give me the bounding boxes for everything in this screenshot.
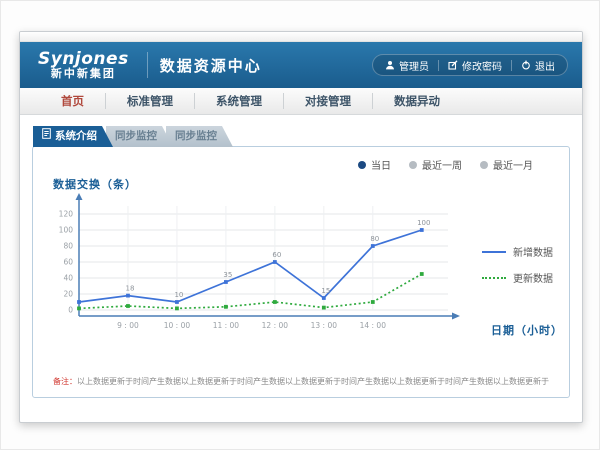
footnote: 备注：以上数据更新于时间产生数据以上数据更新于时间产生数据以上数据更新于时间产生… [43, 376, 559, 387]
filter-label: 最近一月 [493, 157, 533, 172]
edit-icon [448, 60, 458, 70]
tab-system-intro[interactable]: 系统介绍 [33, 126, 113, 147]
svg-text:60: 60 [272, 251, 281, 259]
nav-item-data-changes[interactable]: 数据异动 [373, 93, 461, 109]
user-account-button[interactable]: 管理员 [385, 58, 429, 73]
time-range-filter: 当日 最近一周 最近一月 [43, 153, 559, 174]
x-axis-title: 日期（小时） [491, 322, 563, 338]
legend-item-new-data: 新增数据 [482, 244, 553, 259]
nav-item-standard-management[interactable]: 标准管理 [106, 93, 195, 109]
user-label: 管理员 [399, 58, 429, 73]
window-top-strip [20, 32, 582, 42]
logo-name: Synjones [38, 50, 129, 69]
chart-legend: 新增数据 更新数据 [482, 244, 553, 285]
legend-item-updated-data: 更新数据 [482, 270, 553, 285]
svg-text:12 : 00: 12 : 00 [262, 321, 289, 330]
legend-label: 新增数据 [513, 244, 553, 259]
tab-label: 同步监控 [115, 126, 157, 147]
radio-unselected-icon [409, 161, 417, 169]
svg-text:9 : 00: 9 : 00 [117, 321, 139, 330]
tab-sync-monitor-2[interactable]: 同步监控 [166, 126, 233, 147]
filter-option-today[interactable]: 当日 [358, 157, 391, 172]
blue-line-sample-icon [482, 251, 506, 253]
page-title: 数据资源中心 [160, 55, 262, 76]
svg-text:35: 35 [223, 271, 232, 279]
filter-label: 当日 [371, 157, 391, 172]
main-nav: 首页 标准管理 系统管理 对接管理 数据异动 [20, 88, 582, 115]
legend-label: 更新数据 [513, 270, 553, 285]
change-password-button[interactable]: 修改密码 [448, 58, 502, 73]
logout-button[interactable]: 退出 [521, 58, 555, 73]
svg-text:0: 0 [68, 306, 73, 315]
svg-text:18: 18 [126, 285, 135, 293]
chart-panel: 当日 最近一周 最近一月 数据交换（条） 0 20 40 60 80 100 120 9 : … [32, 146, 570, 398]
svg-text:10: 10 [174, 291, 183, 299]
user-icon [385, 60, 395, 70]
svg-text:20: 20 [63, 290, 73, 299]
toolbar-separator [438, 60, 439, 71]
brand-logo: Synjones 新中新集团 [32, 50, 135, 81]
filter-option-last-month[interactable]: 最近一月 [480, 157, 533, 172]
tab-sync-monitor-1[interactable]: 同步监控 [106, 126, 173, 147]
svg-text:13 : 00: 13 : 00 [311, 321, 338, 330]
svg-text:80: 80 [370, 235, 379, 243]
change-password-label: 修改密码 [462, 58, 502, 73]
radio-unselected-icon [480, 161, 488, 169]
svg-text:100: 100 [59, 226, 74, 235]
app-header: Synjones 新中新集团 数据资源中心 管理员 修改密码 [20, 42, 582, 88]
green-dotted-sample-icon [482, 277, 506, 279]
footnote-prefix: 备注： [53, 377, 77, 386]
user-toolbar: 管理员 修改密码 退出 [372, 54, 568, 76]
header-divider [147, 52, 148, 78]
filter-option-last-week[interactable]: 最近一周 [409, 157, 462, 172]
content-area: 系统介绍 同步监控 同步监控 当日 最近一周 [20, 115, 582, 398]
svg-text:100: 100 [417, 219, 430, 227]
nav-item-home[interactable]: 首页 [40, 93, 106, 109]
tab-bar: 系统介绍 同步监控 同步监控 [33, 126, 570, 147]
document-icon [42, 126, 51, 147]
chart-area: 数据交换（条） 0 20 40 60 80 100 120 9 : 00 10 : 00 11 :… [43, 176, 559, 352]
tab-label: 系统介绍 [55, 126, 97, 147]
power-icon [521, 60, 531, 70]
radio-selected-icon [358, 161, 366, 169]
logo-subtitle: 新中新集团 [38, 68, 129, 80]
app-window: Synjones 新中新集团 数据资源中心 管理员 修改密码 [19, 31, 583, 423]
svg-text:120: 120 [59, 210, 74, 219]
page-background: Synjones 新中新集团 数据资源中心 管理员 修改密码 [0, 0, 600, 450]
nav-item-integration-management[interactable]: 对接管理 [284, 93, 373, 109]
svg-text:40: 40 [63, 274, 73, 283]
y-axis-title: 数据交换（条） [53, 176, 559, 192]
toolbar-separator [511, 60, 512, 71]
svg-text:60: 60 [63, 258, 73, 267]
svg-text:11 : 00: 11 : 00 [213, 321, 240, 330]
svg-text:80: 80 [63, 242, 73, 251]
logout-label: 退出 [535, 58, 555, 73]
svg-text:14 : 00: 14 : 00 [360, 321, 387, 330]
nav-item-system-management[interactable]: 系统管理 [195, 93, 284, 109]
svg-text:15: 15 [321, 287, 330, 295]
filter-label: 最近一周 [422, 157, 462, 172]
svg-text:10 : 00: 10 : 00 [164, 321, 191, 330]
line-chart: 0 20 40 60 80 100 120 9 : 00 10 : 00 11 : 00 12 : … [49, 192, 479, 338]
footnote-text: 以上数据更新于时间产生数据以上数据更新于时间产生数据以上数据更新于时间产生数据以… [77, 377, 549, 386]
tab-label: 同步监控 [175, 126, 217, 147]
